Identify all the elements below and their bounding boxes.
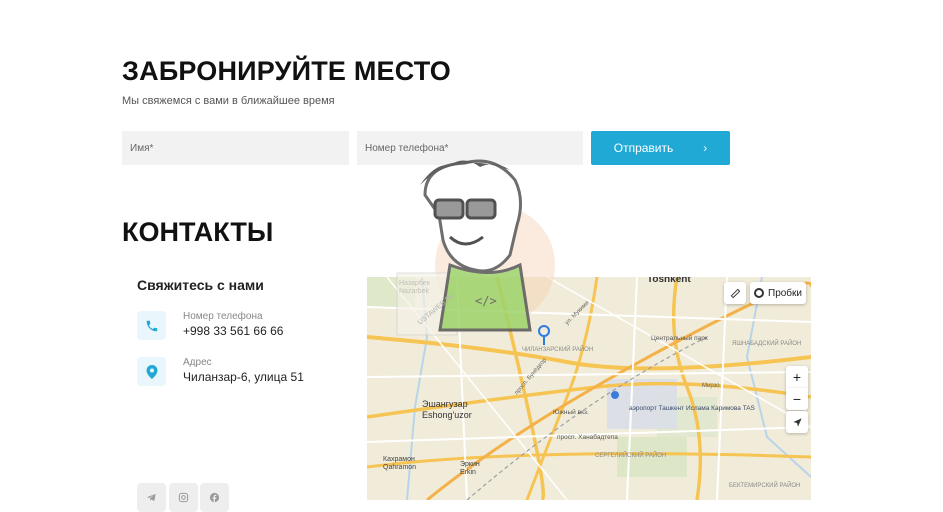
map-label-nazarbek-ru: Назарбек	[399, 279, 431, 287]
chevron-right-icon: ›	[703, 141, 708, 155]
contact-phone: Номер телефона +998 33 561 66 66	[137, 311, 387, 343]
map-label-sergeli: СЕРГЕЛИЙСКИЙ РАЙОН	[595, 451, 666, 459]
map-label-mirzo: Мирзо	[702, 383, 720, 389]
ruler-icon[interactable]	[724, 282, 746, 304]
map-label-kakhramon-ru: Кахрамон	[383, 456, 415, 463]
facebook-icon[interactable]	[200, 483, 229, 512]
map-label-bektemir: БЕКТЕМИРСКИЙ РАЙОН	[729, 481, 800, 489]
map-label-kakhramon-uz: Qahramon	[383, 464, 416, 471]
submit-button-label: Отправить	[613, 141, 674, 155]
contact-address: Адрес Чиланзар-6, улица 51	[137, 357, 387, 389]
telegram-icon[interactable]	[137, 483, 166, 512]
submit-button[interactable]: Отправить ›	[591, 131, 730, 165]
location-pin-icon	[137, 357, 166, 386]
airport-icon	[611, 391, 619, 399]
map-label-tashkent: Toshkent	[647, 277, 691, 285]
traffic-label: Пробки	[768, 287, 802, 299]
booking-subtitle: Мы свяжемся с вами в ближайшее время	[122, 95, 335, 107]
contacts-title: КОНТАКТЫ	[122, 217, 274, 247]
instagram-icon[interactable]	[169, 483, 198, 512]
map-canvas[interactable]: Toshkent Назарбек Nazarbek ЧИЛАНЗАРСКИЙ …	[367, 277, 811, 500]
map-label-erkin-ru: Эркин	[460, 461, 480, 468]
map-label-central-park: Центральный парк	[651, 334, 708, 342]
map-label-erkin-uz: Erkin	[460, 469, 476, 476]
phone-input[interactable]	[357, 131, 583, 165]
name-input[interactable]	[122, 131, 349, 165]
map-label-airport: аэропорт Ташкент Ислама Каримова TAS	[629, 405, 756, 412]
booking-title: ЗАБРОНИРУЙТЕ МЕСТО	[122, 56, 451, 86]
map-label-south-station: Южный вкз.	[553, 408, 589, 416]
zoom-out-button[interactable]: −	[786, 388, 808, 410]
address-value: Чиланзар-6, улица 51	[183, 370, 304, 384]
contact-card-title: Свяжитесь с нами	[137, 277, 264, 293]
phone-label: Номер телефона	[183, 311, 263, 322]
map-widget[interactable]: Toshkent Назарбек Nazarbek ЧИЛАНЗАРСКИЙ …	[367, 277, 811, 500]
phone-value[interactable]: +998 33 561 66 66	[183, 324, 283, 338]
traffic-button[interactable]: Пробки	[750, 282, 806, 304]
zoom-in-button[interactable]: +	[786, 366, 808, 388]
map-label-yashnabad: ЯШНАБАДСКИЙ РАЙОН	[732, 339, 801, 347]
map-label-yangiyul-uz: Eshong'uzor	[422, 410, 472, 420]
map-label-khanabad: просп. Ханабадтепа	[557, 433, 618, 441]
address-label: Адрес	[183, 357, 212, 368]
map-label-chilanzar: ЧИЛАНЗАРСКИЙ РАЙОН	[522, 345, 593, 353]
phone-icon	[137, 311, 166, 340]
map-label-yangiyul-ru: Эшангузар	[422, 399, 468, 409]
traffic-icon	[754, 288, 764, 298]
geolocation-icon[interactable]	[786, 411, 808, 433]
map-label-nazarbek-uz: Nazarbek	[399, 288, 429, 295]
